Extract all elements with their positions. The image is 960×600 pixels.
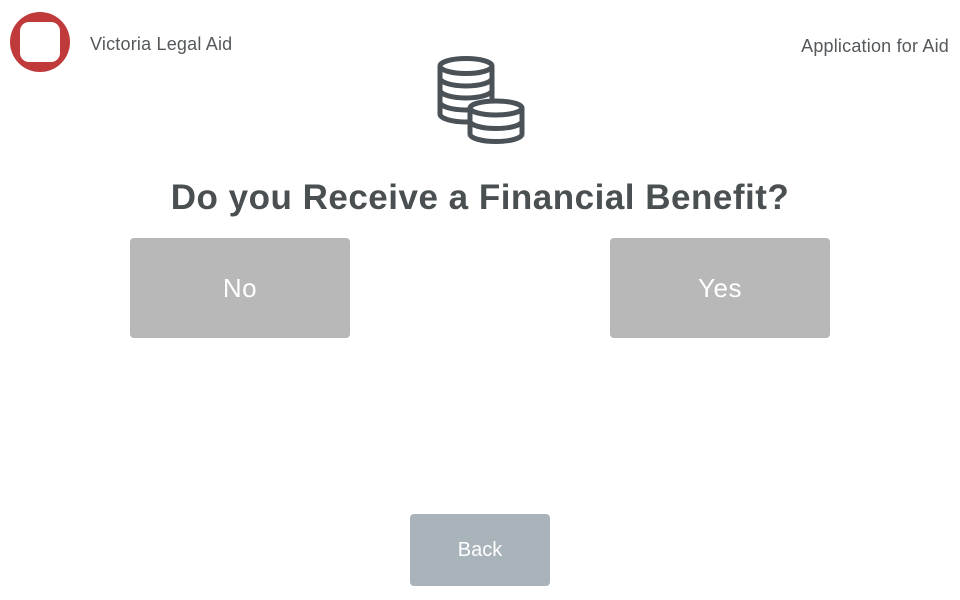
page-question: Do you Receive a Financial Benefit?: [170, 178, 790, 217]
yes-button-label: Yes: [698, 272, 742, 303]
victoria-legal-aid-logo: [10, 12, 70, 72]
page-label: Application for Aid: [801, 36, 949, 56]
logo-inner-square: [20, 22, 60, 62]
back-button-label: Back: [457, 538, 503, 561]
coins-icon: [437, 56, 525, 144]
no-button[interactable]: No: [130, 238, 350, 338]
no-button-label: No: [222, 272, 258, 303]
back-button[interactable]: Back: [410, 514, 550, 586]
org-name: Victoria Legal Aid: [90, 34, 233, 54]
yes-button[interactable]: Yes: [610, 238, 830, 338]
